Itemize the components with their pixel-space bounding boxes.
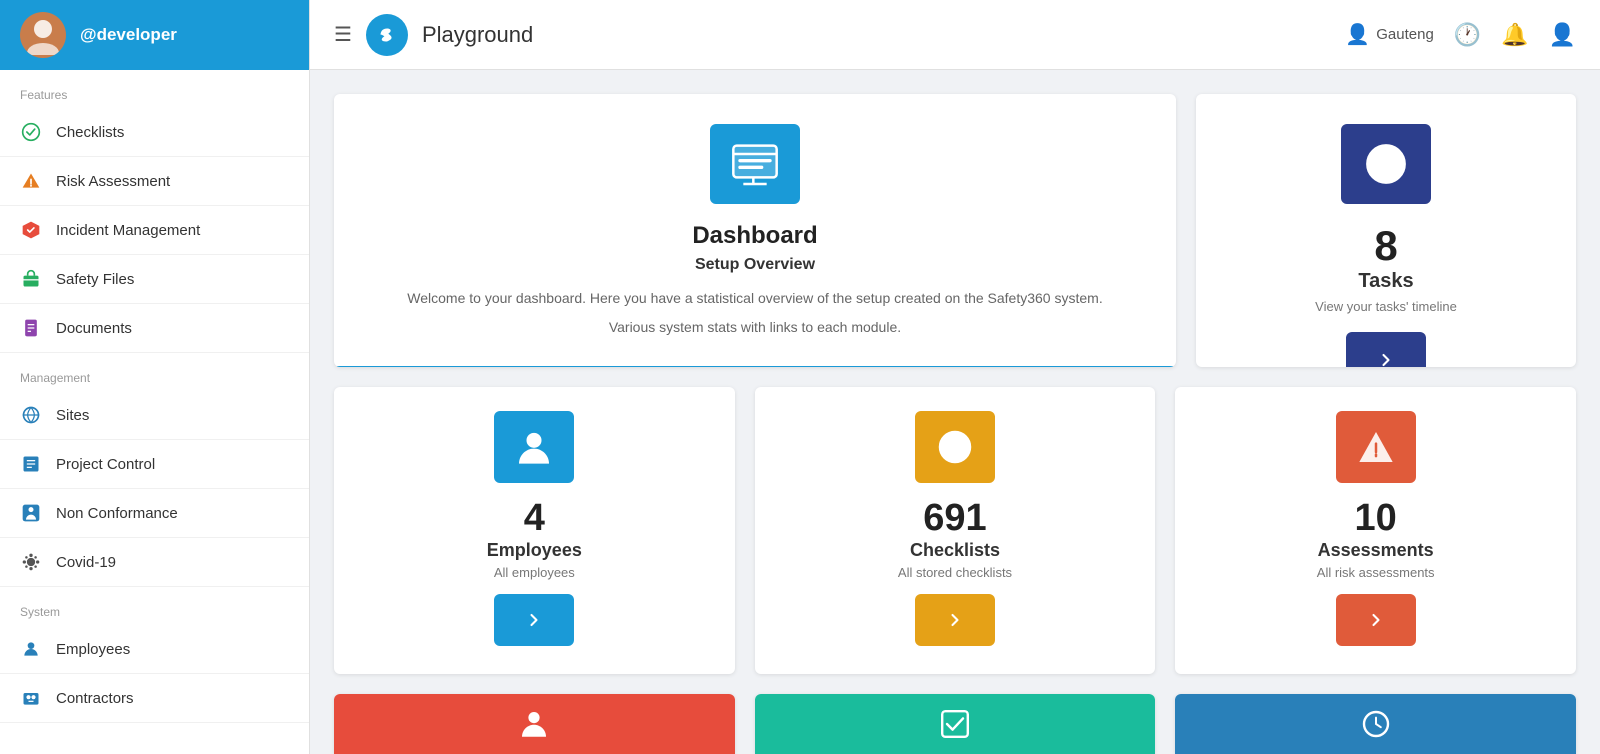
- checklists-icon-box: [915, 411, 995, 483]
- checklists-count: 691: [923, 497, 986, 540]
- topbar: ☰ Playground 👤 Gauteng 🕐 🔔 👤: [310, 0, 1600, 70]
- non-conformance-icon: [20, 502, 42, 524]
- dashboard-icon-box: [710, 124, 800, 204]
- assessments-stat-card: 10 Assessments All risk assessments: [1175, 387, 1576, 674]
- employee-icon: [20, 638, 42, 660]
- sidebar-label-checklists: Checklists: [56, 124, 124, 141]
- checklists-navigate-button[interactable]: [915, 594, 995, 646]
- sidebar-label-covid: Covid-19: [56, 554, 116, 571]
- dashboard-subtitle: Setup Overview: [407, 256, 1102, 274]
- app-logo: [366, 14, 408, 56]
- employees-navigate-button[interactable]: [494, 594, 574, 646]
- partial-strip-1: [334, 694, 735, 754]
- assessments-icon-box: [1336, 411, 1416, 483]
- sidebar-label-risk-assessment: Risk Assessment: [56, 173, 170, 190]
- tasks-navigate-button[interactable]: [1346, 332, 1426, 367]
- employees-count: 4: [524, 497, 545, 540]
- sidebar-item-safety-files[interactable]: Safety Files: [0, 255, 309, 304]
- app-title: Playground: [422, 22, 533, 48]
- project-icon: [20, 453, 42, 475]
- briefcase-icon: [20, 268, 42, 290]
- content-area: Dashboard Setup Overview Welcome to your…: [310, 70, 1600, 754]
- sidebar-label-documents: Documents: [56, 320, 132, 337]
- partial-strip-3: [1175, 694, 1576, 754]
- checklists-sublabel: All stored checklists: [898, 565, 1012, 580]
- employees-stat-top: 4 Employees All employees: [334, 387, 735, 674]
- sidebar-item-covid[interactable]: Covid-19: [0, 538, 309, 587]
- sidebar-item-documents[interactable]: Documents: [0, 304, 309, 353]
- sidebar-header: @developer: [0, 0, 309, 70]
- checklists-stat-card: 691 Checklists All stored checklists: [755, 387, 1156, 674]
- globe-icon: [20, 404, 42, 426]
- tasks-card: 8 Tasks View your tasks' timeline: [1196, 94, 1576, 367]
- sidebar-item-non-conformance[interactable]: Non Conformance: [0, 489, 309, 538]
- check-circle-icon: [20, 121, 42, 143]
- sidebar-item-sites[interactable]: Sites: [0, 391, 309, 440]
- checklists-stat-top: 691 Checklists All stored checklists: [755, 387, 1156, 674]
- warning-triangle-icon: [20, 170, 42, 192]
- tasks-icon-box: [1341, 124, 1431, 204]
- main-content: ☰ Playground 👤 Gauteng 🕐 🔔 👤 Dashboard S…: [310, 0, 1600, 754]
- section-label-system: System: [0, 587, 309, 625]
- sidebar-label-incident: Incident Management: [56, 222, 200, 239]
- dashboard-desc2: Various system stats with links to each …: [407, 317, 1102, 338]
- partial-card-1: [334, 694, 735, 754]
- sidebar: @developer Features Checklists Risk Asse…: [0, 0, 310, 754]
- region-label: Gauteng: [1376, 26, 1434, 43]
- tasks-card-top: 8 Tasks View your tasks' timeline: [1196, 94, 1576, 367]
- checklists-label: Checklists: [910, 540, 1000, 561]
- clock-icon[interactable]: 🕐: [1454, 22, 1481, 48]
- employees-sublabel: All employees: [494, 565, 575, 580]
- section-label-management: Management: [0, 353, 309, 391]
- assessments-count: 10: [1355, 497, 1397, 540]
- sidebar-item-employees[interactable]: Employees: [0, 625, 309, 674]
- assessments-navigate-button[interactable]: [1336, 594, 1416, 646]
- section-label-features: Features: [0, 70, 309, 108]
- sidebar-item-incident-management[interactable]: Incident Management: [0, 206, 309, 255]
- partial-bottom-row: [334, 694, 1576, 754]
- sidebar-label-contractors: Contractors: [56, 690, 134, 707]
- sidebar-username: @developer: [80, 25, 177, 45]
- dashboard-card-footer: [334, 366, 1176, 367]
- contractor-icon: [20, 687, 42, 709]
- document-icon: [20, 317, 42, 339]
- assessments-stat-top: 10 Assessments All risk assessments: [1175, 387, 1576, 674]
- assessments-label: Assessments: [1318, 540, 1434, 561]
- sidebar-label-project-control: Project Control: [56, 456, 155, 473]
- sidebar-label-sites: Sites: [56, 407, 89, 424]
- avatar: [20, 12, 66, 58]
- dashboard-card-body: Dashboard Setup Overview Welcome to your…: [367, 94, 1142, 366]
- employees-icon-box: [494, 411, 574, 483]
- assessments-sublabel: All risk assessments: [1317, 565, 1435, 580]
- employees-label: Employees: [487, 540, 582, 561]
- covid-icon: [20, 551, 42, 573]
- partial-card-2: [755, 694, 1156, 754]
- partial-strip-2: [755, 694, 1156, 754]
- sidebar-label-employees: Employees: [56, 641, 130, 658]
- user-profile-icon[interactable]: 👤: [1549, 22, 1576, 48]
- sidebar-label-non-conformance: Non Conformance: [56, 505, 178, 522]
- notification-bell-icon[interactable]: 🔔: [1501, 22, 1528, 48]
- stat-cards-row: 4 Employees All employees: [334, 387, 1576, 674]
- region-selector[interactable]: 👤 Gauteng: [1345, 22, 1433, 47]
- sidebar-label-safety-files: Safety Files: [56, 271, 134, 288]
- dashboard-intro-card: Dashboard Setup Overview Welcome to your…: [334, 94, 1176, 367]
- topbar-right: 👤 Gauteng 🕐 🔔 👤: [1345, 22, 1576, 48]
- tasks-sublabel: View your tasks' timeline: [1315, 299, 1457, 314]
- tasks-label: Tasks: [1358, 270, 1413, 293]
- region-person-icon: 👤: [1345, 22, 1370, 47]
- tasks-count: 8: [1374, 222, 1397, 270]
- partial-card-3: [1175, 694, 1576, 754]
- sidebar-item-project-control[interactable]: Project Control: [0, 440, 309, 489]
- employees-stat-card: 4 Employees All employees: [334, 387, 735, 674]
- hamburger-menu-icon[interactable]: ☰: [334, 22, 352, 47]
- sidebar-item-risk-assessment[interactable]: Risk Assessment: [0, 157, 309, 206]
- incident-icon: [20, 219, 42, 241]
- sidebar-item-contractors[interactable]: Contractors: [0, 674, 309, 723]
- dashboard-title: Dashboard: [407, 222, 1102, 250]
- sidebar-item-checklists[interactable]: Checklists: [0, 108, 309, 157]
- dashboard-desc1: Welcome to your dashboard. Here you have…: [407, 288, 1102, 309]
